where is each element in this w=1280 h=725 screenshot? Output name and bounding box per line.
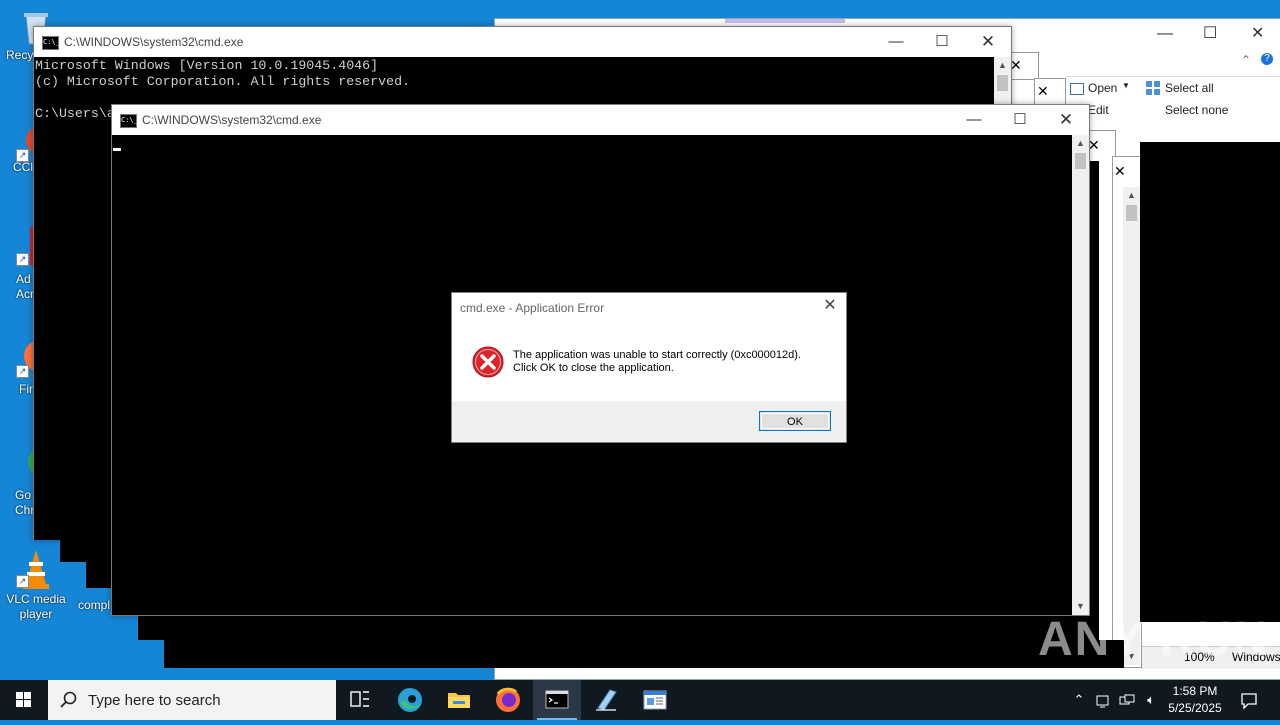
- help-icon[interactable]: ?: [1261, 53, 1273, 65]
- network-status-icon[interactable]: [1092, 680, 1114, 720]
- notification-center-icon[interactable]: [1232, 680, 1266, 720]
- windows-logo-icon: [16, 692, 31, 707]
- scroll-thumb[interactable]: [997, 75, 1008, 91]
- error-message: The application was unable to start corr…: [513, 349, 801, 375]
- scroll-up-icon[interactable]: ▲: [1072, 135, 1089, 152]
- title-accent: [725, 19, 845, 23]
- minimize-icon[interactable]: —: [873, 27, 919, 57]
- ribbon-open-button[interactable]: Open: [1088, 81, 1117, 95]
- show-hidden-icons[interactable]: ⌃: [1068, 680, 1090, 720]
- console-black-area: [1140, 142, 1280, 622]
- select-all-icon: [1146, 81, 1160, 95]
- ribbon-collapse-icon[interactable]: ⌃: [1241, 53, 1251, 67]
- task-view-button[interactable]: [336, 680, 384, 720]
- search-placeholder: Type here to search: [88, 692, 221, 709]
- explorer-ribbon: Open ▼ Edit Select all Select none: [1066, 76, 1280, 117]
- close-icon[interactable]: ✕: [1043, 105, 1089, 135]
- taskbar-notepad-app[interactable]: [582, 680, 630, 720]
- minimize-icon[interactable]: —: [1157, 25, 1173, 43]
- scroll-thumb[interactable]: [1126, 205, 1137, 221]
- vlc-cone-icon: ↗: [16, 548, 56, 589]
- message-line: The application was unable to start corr…: [513, 349, 801, 361]
- close-icon[interactable]: ✕: [1251, 23, 1264, 43]
- taskbar-edge[interactable]: [386, 680, 434, 720]
- window-title: C:\WINDOWS\system32\cmd.exe: [64, 35, 244, 49]
- ok-button[interactable]: OK: [759, 411, 831, 431]
- shortcut-arrow-icon: ↗: [16, 365, 29, 378]
- scroll-up-icon[interactable]: ▲: [994, 57, 1011, 74]
- dialog-title: cmd.exe - Application Error: [460, 301, 605, 315]
- search-icon: [60, 691, 77, 708]
- cmd-icon: [545, 690, 569, 709]
- console-black-area: [164, 640, 1124, 668]
- console-black-area: [138, 614, 1098, 640]
- maximize-icon[interactable]: ☐: [997, 105, 1043, 135]
- taskbar-wordpad[interactable]: [631, 680, 679, 720]
- task-view-icon: [350, 691, 369, 707]
- anyrun-watermark: ANY RUN: [1038, 613, 1270, 666]
- close-icon[interactable]: ✕: [820, 296, 840, 316]
- text-cursor: [113, 148, 121, 151]
- edge-icon: [398, 688, 422, 712]
- shortcut-arrow-icon: ↗: [16, 253, 29, 266]
- cmd-app-icon: C:\_: [42, 36, 60, 50]
- shortcut-arrow-icon: ↗: [16, 149, 29, 162]
- scroll-up-icon[interactable]: ▲: [1123, 187, 1140, 204]
- shortcut-arrow-icon: ↗: [16, 575, 29, 588]
- error-icon: [472, 346, 504, 378]
- chevron-down-icon[interactable]: ▼: [1122, 81, 1130, 90]
- maximize-icon[interactable]: ☐: [1203, 23, 1217, 43]
- ribbon-edit-button[interactable]: Edit: [1088, 103, 1109, 117]
- close-icon[interactable]: ✕: [1037, 83, 1049, 100]
- clock-time: 1:58 PM: [1172, 684, 1218, 698]
- close-icon[interactable]: ✕: [965, 27, 1011, 57]
- cmd-window-stacked[interactable]: ✕: [1010, 52, 1039, 80]
- minimize-icon[interactable]: —: [951, 105, 997, 135]
- desktop-icon-label: VLC media player: [6, 592, 66, 621]
- vertical-scrollbar[interactable]: ▲ ▼: [1072, 135, 1089, 615]
- taskbar-cmd[interactable]: [533, 680, 581, 720]
- taskbar: Type here to search ⌃ 🔈︎ 1:58 PM 5/25/20…: [0, 680, 1280, 720]
- document-icon: [643, 690, 667, 710]
- clock-date: 5/25/2025: [1168, 701, 1222, 715]
- title-bar[interactable]: C:\_ C:\WINDOWS\system32\cmd.exe — ☐ ✕: [34, 27, 1011, 57]
- application-error-dialog[interactable]: cmd.exe - Application Error ✕ The applic…: [451, 292, 847, 443]
- dialog-footer: OK: [452, 401, 846, 442]
- firefox-icon: [496, 687, 520, 712]
- folder-icon: [448, 693, 470, 708]
- taskbar-file-explorer[interactable]: [435, 680, 483, 720]
- ribbon-select-none-button[interactable]: Select none: [1165, 103, 1228, 117]
- start-button[interactable]: [0, 680, 48, 720]
- notepad-pen-icon: [596, 689, 617, 711]
- window-title: C:\WINDOWS\system32\cmd.exe: [142, 113, 322, 127]
- close-icon[interactable]: ✕: [1114, 163, 1126, 180]
- volume-icon[interactable]: 🔈︎: [1140, 680, 1162, 720]
- scroll-thumb[interactable]: [1075, 153, 1086, 169]
- open-icon: [1070, 83, 1084, 95]
- cmd-app-icon: C:\_: [120, 114, 138, 128]
- title-bar[interactable]: C:\_ C:\WINDOWS\system32\cmd.exe — ☐ ✕: [112, 105, 1089, 135]
- cmd-window-stacked[interactable]: ✕: [1034, 78, 1066, 106]
- maximize-icon[interactable]: ☐: [919, 27, 965, 57]
- taskbar-firefox[interactable]: [484, 680, 532, 720]
- taskbar-search-box[interactable]: Type here to search: [48, 680, 336, 720]
- message-line: Click OK to close the application.: [513, 362, 674, 374]
- cmd-window-stacked[interactable]: ✕ ▲ ▼: [1112, 156, 1142, 668]
- ribbon-select-all-button[interactable]: Select all: [1165, 81, 1214, 95]
- system-clock[interactable]: 1:58 PM 5/25/2025: [1160, 683, 1230, 717]
- network-icon[interactable]: [1116, 680, 1138, 720]
